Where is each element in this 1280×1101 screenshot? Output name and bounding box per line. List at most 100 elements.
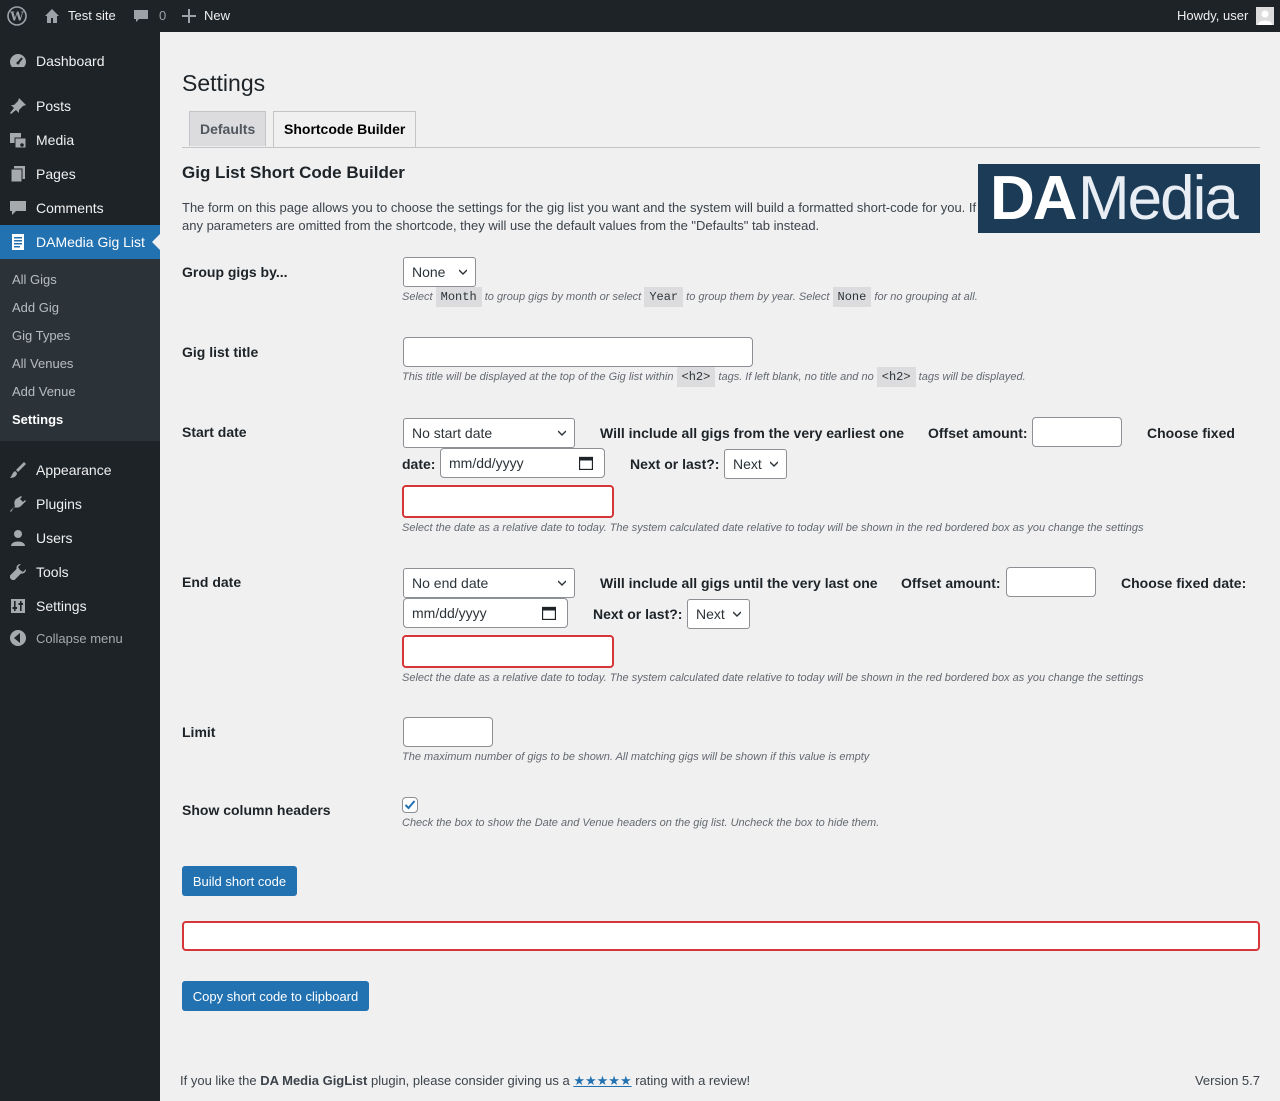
group-gigs-label: Group gigs by... bbox=[182, 264, 288, 280]
home-icon bbox=[44, 8, 60, 24]
dashboard-icon bbox=[9, 52, 27, 70]
comments-icon bbox=[133, 8, 149, 24]
damedia-logo: DA Media bbox=[978, 164, 1260, 233]
copy-shortcode-button[interactable]: Copy short code to clipboard bbox=[182, 981, 369, 1011]
show-headers-description: Check the box to show the Date and Venue… bbox=[402, 817, 880, 829]
pages-icon bbox=[9, 165, 27, 183]
comments-icon bbox=[9, 199, 27, 217]
show-headers-label: Show column headers bbox=[182, 802, 331, 818]
show-headers-checkbox[interactable] bbox=[402, 797, 418, 813]
avatar bbox=[1256, 7, 1275, 25]
menu-item-comments[interactable]: Comments bbox=[0, 191, 160, 225]
settings-icon bbox=[9, 597, 27, 615]
site-home-link[interactable]: Test site bbox=[44, 0, 116, 32]
submenu-gig-types[interactable]: Gig Types bbox=[12, 328, 70, 343]
new-label: New bbox=[204, 8, 231, 23]
menu-item-media[interactable]: Media bbox=[0, 123, 160, 157]
page-title: Settings bbox=[182, 70, 266, 96]
comments-link[interactable]: 0 bbox=[133, 0, 166, 32]
wrench-icon bbox=[9, 563, 27, 581]
start-next-last-select[interactable]: Next bbox=[724, 449, 787, 479]
pin-icon bbox=[9, 97, 27, 115]
group-gigs-select[interactable]: None bbox=[403, 257, 476, 287]
end-offset-input[interactable] bbox=[1006, 567, 1096, 597]
site-name: Test site bbox=[68, 8, 116, 23]
group-gigs-description: Select Month to group gigs by month or s… bbox=[402, 287, 978, 307]
version-text: Version 5.7 bbox=[1194, 1073, 1260, 1088]
menu-item-users[interactable]: Users bbox=[0, 521, 160, 555]
tab-defaults[interactable]: Defaults bbox=[189, 111, 267, 146]
end-fixed-date-label: Choose fixed date: bbox=[1121, 575, 1247, 591]
rating-stars-link[interactable]: ★★★★★ bbox=[573, 1073, 631, 1088]
start-calculated-date-box bbox=[402, 485, 614, 518]
end-offset-label: Offset amount: bbox=[901, 575, 1001, 591]
end-date-description: Select the date as a relative date to to… bbox=[402, 672, 1144, 684]
start-offset-label: Offset amount: bbox=[928, 425, 1028, 441]
start-next-last-label: Next or last?: bbox=[630, 456, 720, 472]
media-icon bbox=[9, 131, 27, 149]
brush-icon bbox=[9, 461, 27, 479]
submenu-settings[interactable]: Settings bbox=[12, 412, 63, 427]
gig-list-title-label: Gig list title bbox=[182, 344, 259, 360]
end-date-select[interactable]: No end date bbox=[403, 568, 575, 598]
start-fixed-date-input[interactable]: mm/dd/yyyy bbox=[440, 448, 605, 478]
menu-item-plugins[interactable]: Plugins bbox=[0, 487, 160, 521]
plus-icon bbox=[182, 9, 196, 23]
svg-text:W: W bbox=[9, 10, 24, 24]
howdy-text: Howdy, user bbox=[1177, 8, 1249, 23]
section-heading: Gig List Short Code Builder bbox=[182, 163, 405, 182]
document-icon bbox=[9, 233, 27, 251]
limit-input[interactable] bbox=[403, 717, 493, 747]
start-offset-input[interactable] bbox=[1032, 417, 1122, 447]
submenu-add-venue[interactable]: Add Venue bbox=[12, 384, 76, 399]
menu-item-tools[interactable]: Tools bbox=[0, 555, 160, 589]
start-date-info: Will include all gigs from the very earl… bbox=[600, 425, 905, 441]
collapse-menu-button[interactable]: Collapse menu bbox=[0, 621, 160, 655]
submenu-all-venues[interactable]: All Venues bbox=[12, 356, 73, 371]
menu-item-pages[interactable]: Pages bbox=[0, 157, 160, 191]
shortcode-output-box[interactable] bbox=[182, 921, 1260, 951]
submenu-add-gig[interactable]: Add Gig bbox=[12, 300, 59, 315]
menu-item-settings[interactable]: Settings bbox=[0, 589, 160, 623]
settings-tabs: Defaults Shortcode Builder bbox=[182, 111, 1260, 148]
build-shortcode-button[interactable]: Build short code bbox=[182, 866, 297, 896]
admin-sidebar: Dashboard Posts Media Pages Comments DAM… bbox=[0, 32, 160, 1101]
collapse-icon bbox=[9, 629, 27, 647]
chevron-down-icon bbox=[770, 461, 778, 467]
admin-bar: W Test site 0 New Howdy, user bbox=[0, 0, 1280, 32]
menu-item-dashboard[interactable]: Dashboard bbox=[0, 44, 160, 78]
limit-label: Limit bbox=[182, 724, 216, 740]
new-content-link[interactable]: New bbox=[182, 0, 230, 32]
gig-list-title-input[interactable] bbox=[403, 337, 753, 367]
start-fixed-date-label: Choose fixed bbox=[1147, 425, 1235, 441]
calendar-icon[interactable] bbox=[579, 456, 593, 470]
gig-list-title-description: This title will be displayed at the top … bbox=[402, 367, 1026, 387]
end-date-info: Will include all gigs until the very las… bbox=[600, 575, 878, 591]
user-icon bbox=[9, 529, 27, 547]
end-calculated-date-box bbox=[402, 635, 614, 668]
menu-item-posts[interactable]: Posts bbox=[0, 89, 160, 123]
tab-shortcode-builder[interactable]: Shortcode Builder bbox=[273, 111, 417, 147]
start-date-select[interactable]: No start date bbox=[403, 418, 575, 448]
intro-text: The form on this page allows you to choo… bbox=[182, 200, 977, 233]
comments-count: 0 bbox=[159, 8, 167, 23]
gig-list-submenu: All Gigs Add Gig Gig Types All Venues Ad… bbox=[0, 259, 160, 441]
calendar-icon[interactable] bbox=[542, 606, 556, 620]
chevron-down-icon bbox=[558, 430, 566, 436]
start-fixed-date-label-cont: date: bbox=[402, 456, 436, 472]
menu-item-appearance[interactable]: Appearance bbox=[0, 453, 160, 487]
my-account-link[interactable]: Howdy, user bbox=[1177, 0, 1275, 32]
plug-icon bbox=[9, 495, 27, 513]
menu-item-damedia-gig-list[interactable]: DAMedia Gig List bbox=[0, 225, 160, 259]
wordpress-logo-icon[interactable]: W bbox=[7, 0, 27, 32]
start-date-description: Select the date as a relative date to to… bbox=[402, 522, 1144, 534]
start-date-label: Start date bbox=[182, 424, 247, 440]
limit-description: The maximum number of gigs to be shown. … bbox=[402, 751, 870, 763]
end-next-last-select[interactable]: Next bbox=[687, 599, 750, 629]
end-fixed-date-input[interactable]: mm/dd/yyyy bbox=[403, 598, 568, 628]
chevron-down-icon bbox=[459, 269, 467, 275]
submenu-all-gigs[interactable]: All Gigs bbox=[12, 272, 57, 287]
chevron-down-icon bbox=[733, 611, 741, 617]
checkmark-icon bbox=[404, 800, 416, 810]
end-next-last-label: Next or last?: bbox=[593, 606, 683, 622]
